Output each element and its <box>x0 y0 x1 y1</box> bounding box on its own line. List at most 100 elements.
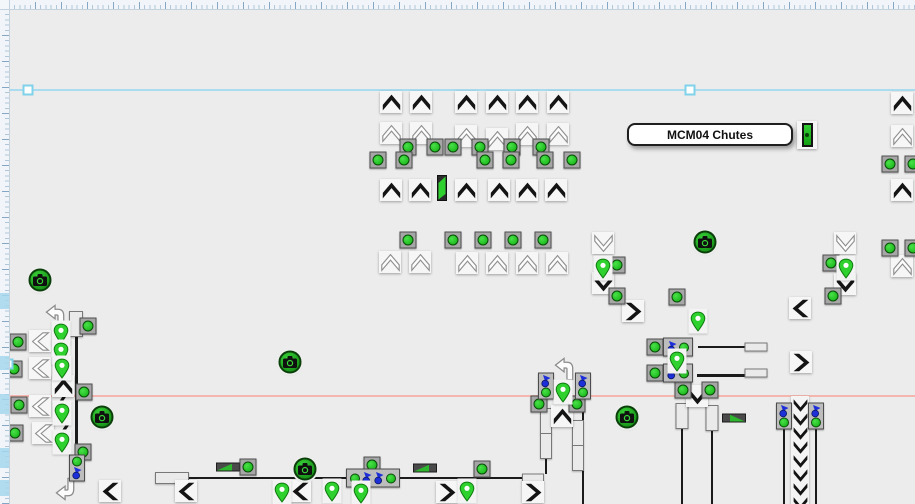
chevron-up-white-icon[interactable] <box>379 251 401 273</box>
flow-wedge-indicator[interactable] <box>216 463 240 472</box>
status-led[interactable] <box>10 334 27 351</box>
chevron-up-icon[interactable] <box>545 179 567 201</box>
chevron-left-white-icon[interactable] <box>29 330 51 352</box>
guide-line-red[interactable] <box>0 395 915 397</box>
status-led[interactable] <box>240 459 257 476</box>
chevron-up-icon[interactable] <box>547 91 569 113</box>
camera-icon[interactable] <box>279 351 302 374</box>
status-led[interactable] <box>445 232 462 249</box>
status-led[interactable] <box>905 156 915 173</box>
device-status-box[interactable] <box>538 373 554 400</box>
chevron-down-white-icon[interactable] <box>834 232 856 254</box>
chevron-up-white-icon[interactable] <box>486 252 508 274</box>
selection-handle[interactable] <box>685 85 696 96</box>
chevron-up-icon[interactable] <box>380 179 402 201</box>
chevron-left-white-icon[interactable] <box>29 395 51 417</box>
status-led[interactable] <box>72 456 82 466</box>
flow-wedge-indicator[interactable] <box>413 464 437 473</box>
camera-icon[interactable] <box>294 458 317 481</box>
flow-wedge-indicator[interactable] <box>722 414 746 423</box>
chevron-up-white-icon[interactable] <box>891 125 913 147</box>
chevron-up-white-icon[interactable] <box>546 252 568 274</box>
ruler-vertical[interactable] <box>0 0 10 504</box>
camera-icon[interactable] <box>694 231 717 254</box>
conveyor-segment[interactable] <box>572 445 584 471</box>
status-led[interactable] <box>669 289 686 306</box>
status-led[interactable] <box>675 382 692 399</box>
status-led[interactable] <box>905 240 915 257</box>
location-pin-icon[interactable] <box>554 380 573 405</box>
chevron-up-white-icon[interactable] <box>409 251 431 273</box>
location-pin-icon[interactable] <box>458 479 477 504</box>
location-pin-icon[interactable] <box>323 479 342 504</box>
location-pin-icon[interactable] <box>352 481 371 504</box>
status-led[interactable] <box>882 240 899 257</box>
conveyor-segment[interactable] <box>540 433 552 459</box>
chevron-up-icon[interactable] <box>455 179 477 201</box>
chevron-left-white-icon[interactable] <box>29 357 51 379</box>
selection-handle[interactable] <box>23 85 34 96</box>
chevron-right-icon[interactable] <box>436 481 458 503</box>
status-led[interactable] <box>702 382 719 399</box>
status-led[interactable] <box>386 473 396 483</box>
chevron-right-icon[interactable] <box>790 351 812 373</box>
status-led[interactable] <box>811 418 821 428</box>
status-led[interactable] <box>537 152 554 169</box>
device-status-box[interactable] <box>808 403 824 430</box>
chevron-up-icon[interactable] <box>516 179 538 201</box>
location-pin-icon[interactable] <box>53 356 72 381</box>
gate-slider-indicator[interactable] <box>437 175 447 201</box>
device-status-box[interactable] <box>776 403 792 430</box>
status-led[interactable] <box>445 139 462 156</box>
status-led[interactable] <box>475 232 492 249</box>
status-led[interactable] <box>505 232 522 249</box>
chevron-up-icon[interactable] <box>410 91 432 113</box>
status-led[interactable] <box>882 156 899 173</box>
status-led[interactable] <box>400 232 417 249</box>
chevron-up-icon[interactable] <box>455 91 477 113</box>
chevron-up-white-icon[interactable] <box>547 123 569 145</box>
chevron-up-icon[interactable] <box>488 179 510 201</box>
location-pin-icon[interactable] <box>689 309 708 334</box>
chevron-up-white-icon[interactable] <box>891 255 913 277</box>
location-pin-icon[interactable] <box>273 480 292 504</box>
chevron-right-icon[interactable] <box>522 481 544 503</box>
location-pin-icon[interactable] <box>53 401 72 426</box>
status-led[interactable] <box>647 339 664 356</box>
chute-flow-stack[interactable] <box>791 396 809 504</box>
chevron-down-white-icon[interactable] <box>592 232 614 254</box>
location-pin-icon[interactable] <box>594 256 613 281</box>
status-led[interactable] <box>427 139 444 156</box>
device-status-box[interactable] <box>69 455 85 482</box>
status-led[interactable] <box>503 152 520 169</box>
device-status-box[interactable] <box>575 373 591 400</box>
location-pin-icon[interactable] <box>837 256 856 281</box>
status-led[interactable] <box>396 152 413 169</box>
chevron-up-icon[interactable] <box>409 179 431 201</box>
status-led[interactable] <box>541 388 551 398</box>
chevron-up-icon[interactable] <box>891 179 913 201</box>
chevron-left-icon[interactable] <box>289 480 311 502</box>
status-led[interactable] <box>535 232 552 249</box>
camera-icon[interactable] <box>616 406 639 429</box>
chevron-up-icon[interactable] <box>380 91 402 113</box>
location-pin-icon[interactable] <box>53 430 72 455</box>
conveyor-segment[interactable] <box>572 420 584 446</box>
status-led[interactable] <box>779 418 789 428</box>
conveyor-segment[interactable] <box>745 369 768 378</box>
chevron-up-white-icon[interactable] <box>516 252 538 274</box>
status-led[interactable] <box>578 388 588 398</box>
door-indicator[interactable] <box>797 121 817 149</box>
conveyor-segment[interactable] <box>706 405 719 431</box>
chute-label[interactable]: MCM04 Chutes <box>627 123 793 146</box>
status-led[interactable] <box>564 152 581 169</box>
conveyor-segment[interactable] <box>745 343 768 352</box>
status-led[interactable] <box>474 461 491 478</box>
status-led[interactable] <box>76 384 93 401</box>
status-led[interactable] <box>609 288 626 305</box>
status-led[interactable] <box>80 318 97 335</box>
chevron-up-icon[interactable] <box>891 92 913 114</box>
camera-icon[interactable] <box>91 406 114 429</box>
location-pin-icon[interactable] <box>668 349 687 374</box>
chevron-left-icon[interactable] <box>789 297 811 319</box>
